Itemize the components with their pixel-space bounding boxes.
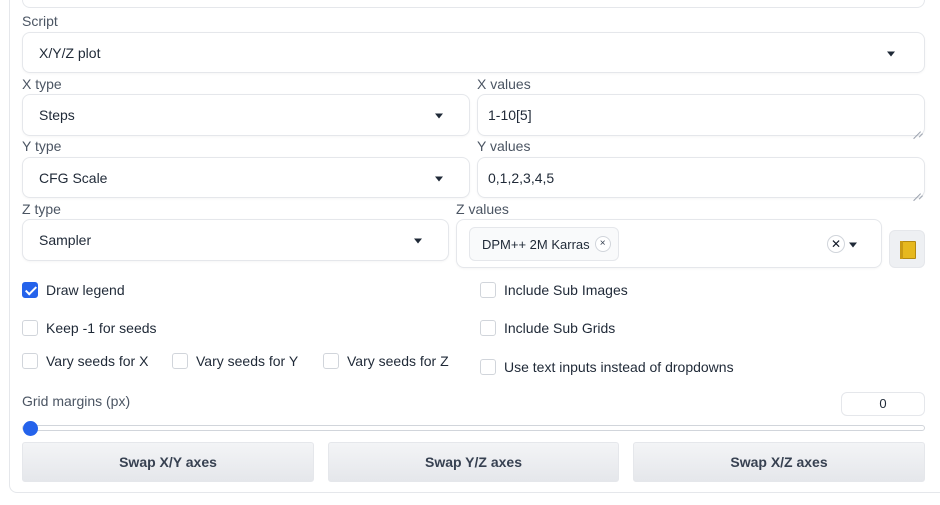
checkbox-icon[interactable]: [323, 353, 339, 369]
folder-icon: [900, 241, 916, 259]
x-values-label: X values: [477, 76, 531, 92]
z-value-chip-label: DPM++ 2M Karras: [482, 236, 590, 252]
draw-legend-label: Draw legend: [46, 282, 125, 298]
swap-xz-button[interactable]: Swap X/Z axes: [633, 442, 925, 482]
slider-thumb[interactable]: [23, 421, 38, 436]
checkbox-icon[interactable]: [480, 282, 496, 298]
clear-icon[interactable]: ✕: [827, 235, 845, 253]
vary-seeds-y-label: Vary seeds for Y: [196, 353, 299, 369]
y-type-label: Y type: [22, 138, 62, 154]
grid-margins-label: Grid margins (px): [22, 393, 131, 409]
checkbox-icon[interactable]: [22, 353, 38, 369]
x-type-value: Steps: [39, 107, 75, 123]
checkbox-icon[interactable]: [22, 320, 38, 336]
y-values-text: 0,1,2,3,4,5: [488, 169, 555, 186]
swap-xy-button[interactable]: Swap X/Y axes: [22, 442, 314, 482]
draw-legend-checkbox[interactable]: Draw legend: [22, 282, 125, 298]
checkbox-icon[interactable]: [480, 359, 496, 375]
z-type-dropdown[interactable]: Sampler: [22, 219, 449, 261]
swap-yz-button[interactable]: Swap Y/Z axes: [328, 442, 619, 482]
script-value: X/Y/Z plot: [39, 44, 101, 61]
z-value-chip: DPM++ 2M Karras ×: [469, 227, 619, 261]
z-type-value: Sampler: [39, 232, 92, 248]
chip-remove-icon[interactable]: ×: [594, 236, 611, 252]
y-values-input[interactable]: 0,1,2,3,4,5: [477, 157, 925, 198]
chevron-down-icon: [887, 51, 895, 56]
checkbox-icon[interactable]: [480, 320, 496, 336]
chevron-down-icon: [414, 238, 422, 244]
previous-field-edge: [22, 0, 925, 8]
checkbox-checked-icon[interactable]: [22, 282, 38, 298]
y-values-label: Y values: [477, 138, 531, 154]
folder-button[interactable]: [889, 230, 925, 268]
include-sub-grids-label: Include Sub Grids: [504, 320, 616, 336]
include-sub-images-checkbox[interactable]: Include Sub Images: [480, 282, 628, 298]
y-type-value: CFG Scale: [39, 169, 108, 186]
vary-seeds-x-label: Vary seeds for X: [46, 353, 149, 369]
checkbox-icon[interactable]: [172, 353, 188, 369]
resize-handle-icon[interactable]: [913, 124, 921, 132]
x-values-input[interactable]: 1-10[5]: [477, 94, 925, 136]
grid-margins-number-input[interactable]: 0: [841, 392, 925, 416]
vary-seeds-z-checkbox[interactable]: Vary seeds for Z: [323, 353, 449, 369]
keep-seeds-checkbox[interactable]: Keep -1 for seeds: [22, 320, 157, 336]
include-sub-grids-checkbox[interactable]: Include Sub Grids: [480, 320, 615, 336]
x-type-label: X type: [22, 76, 62, 92]
vary-seeds-z-label: Vary seeds for Z: [347, 353, 449, 369]
include-sub-images-label: Include Sub Images: [504, 282, 628, 298]
text-inputs-label: Use text inputs instead of dropdowns: [504, 359, 734, 375]
grid-margins-slider[interactable]: [22, 425, 925, 431]
script-label: Script: [22, 13, 58, 29]
script-dropdown[interactable]: X/Y/Z plot: [22, 32, 925, 73]
keep-seeds-label: Keep -1 for seeds: [46, 320, 157, 336]
vary-seeds-y-checkbox[interactable]: Vary seeds for Y: [172, 353, 298, 369]
x-type-dropdown[interactable]: Steps: [22, 94, 470, 136]
z-type-label: Z type: [22, 201, 61, 217]
z-values-multiselect[interactable]: DPM++ 2M Karras × ✕: [456, 219, 882, 268]
resize-handle-icon[interactable]: [913, 186, 921, 194]
text-inputs-checkbox[interactable]: Use text inputs instead of dropdowns: [480, 359, 734, 375]
z-values-label: Z values: [456, 201, 509, 217]
y-type-dropdown[interactable]: CFG Scale: [22, 157, 470, 198]
x-values-text: 1-10[5]: [488, 107, 532, 123]
chevron-down-icon: [435, 176, 443, 181]
chevron-down-icon: [435, 113, 443, 119]
vary-seeds-x-checkbox[interactable]: Vary seeds for X: [22, 353, 148, 369]
chevron-down-icon[interactable]: [849, 242, 857, 247]
